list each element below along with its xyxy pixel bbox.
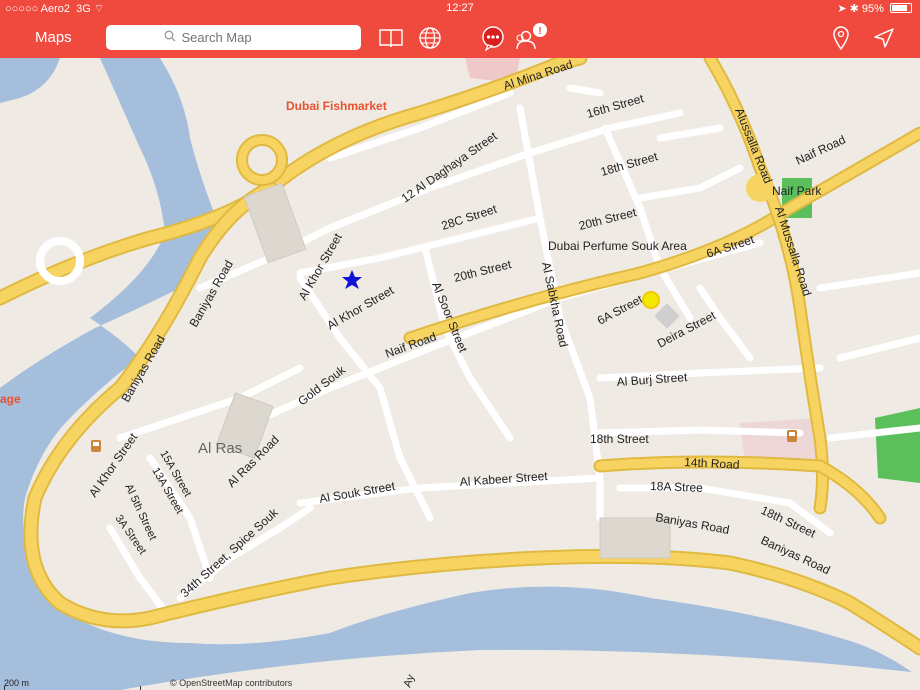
map-attribution[interactable]: © OpenStreetMap contributors: [170, 678, 292, 688]
status-right: ➤ ✱ 95%: [837, 2, 912, 15]
toolbar: Maps !: [0, 18, 920, 58]
status-bar: ○○○○○ Aero2 3G ⌔ 12:27 ➤ ✱ 95%: [0, 0, 920, 18]
book-icon[interactable]: [371, 18, 411, 58]
map-scale: 200 m: [4, 678, 141, 690]
bus-stop-icon-2[interactable]: [787, 430, 797, 442]
label-perfume-souk: Dubai Perfume Souk Area: [548, 239, 687, 253]
label-al-ras: Al Ras: [198, 440, 242, 457]
app-title[interactable]: Maps: [35, 29, 72, 46]
battery-fill: [892, 5, 908, 11]
search-icon: [164, 30, 176, 45]
battery-percent: 95%: [861, 3, 884, 15]
map-canvas[interactable]: Dubai Fishmarket Dubai Perfume Souk Area…: [0, 58, 920, 690]
sun-marker[interactable]: [642, 291, 660, 309]
park-area-east: [875, 408, 920, 483]
search-input[interactable]: [179, 29, 304, 46]
label-edge-place: age: [0, 392, 21, 406]
navigation-arrow-icon[interactable]: [864, 18, 904, 58]
street-14th: 14th Road: [684, 455, 740, 472]
map-view[interactable]: Dubai Fishmarket Dubai Perfume Souk Area…: [0, 58, 920, 690]
pin-icon[interactable]: [821, 18, 861, 58]
street-18a: 18A Stree: [650, 479, 703, 495]
label-fishmarket: Dubai Fishmarket: [286, 99, 387, 113]
scale-bar: [4, 686, 141, 690]
battery-icon: [890, 3, 912, 13]
location-arrow-icon: ➤: [837, 3, 847, 15]
search-field[interactable]: [106, 25, 361, 50]
bluetooth-icon: ✱: [849, 3, 859, 15]
street-18th-b: 18th Street: [590, 432, 649, 446]
svg-text:!: !: [538, 26, 541, 37]
label-naif-park: Naif Park: [772, 184, 822, 198]
user-alert-icon[interactable]: !: [510, 18, 550, 58]
clock: 12:27: [446, 2, 474, 14]
globe-icon[interactable]: [410, 18, 450, 58]
bus-stop-icon[interactable]: [91, 440, 101, 452]
chat-bubble-icon[interactable]: [473, 18, 513, 58]
